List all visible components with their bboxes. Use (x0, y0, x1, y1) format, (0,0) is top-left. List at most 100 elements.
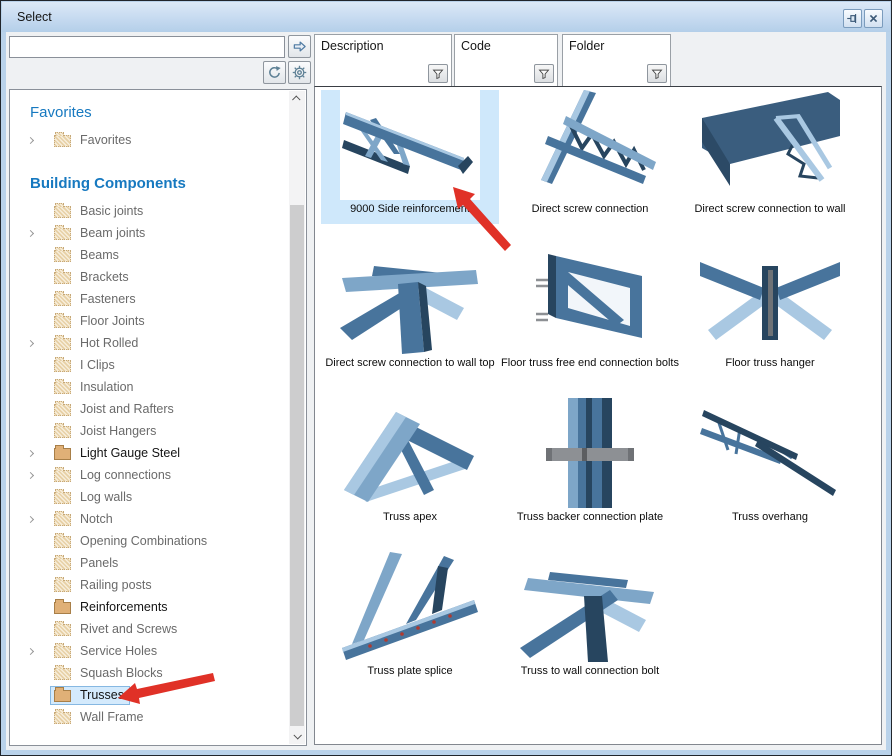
pin-icon (846, 12, 859, 25)
column-label: Code (461, 39, 557, 53)
component-direct-screw-connection-to-wall-top[interactable]: Direct screw connection to wall top (321, 244, 499, 378)
sidebar-item-trusses[interactable]: Trusses (10, 684, 289, 706)
component-label: 9000 Side reinforcement (350, 203, 470, 215)
column-header-folder[interactable]: Folder (562, 34, 671, 87)
settings-button[interactable] (288, 61, 311, 84)
section-header-favorites: Favorites (30, 104, 289, 121)
component-9000-side-reinforcement[interactable]: 9000 Side reinforcement (321, 90, 499, 224)
column-header-description[interactable]: Description (314, 34, 452, 87)
sidebar-item-favorites[interactable]: Favorites (10, 129, 289, 151)
sidebar-item-floor-joints[interactable]: Floor Joints (10, 310, 289, 332)
sidebar-item-label: Panels (80, 556, 118, 570)
component-floor-truss-free-end-connection-bolts[interactable]: Floor truss free end connection bolts (501, 244, 679, 378)
component-label: Truss plate splice (367, 665, 452, 677)
sidebar-item-label: Service Holes (80, 644, 157, 658)
gear-icon (292, 65, 307, 80)
pin-button[interactable] (843, 9, 862, 28)
component-truss-plate-splice[interactable]: Truss plate splice (321, 552, 499, 686)
component-truss-to-wall-connection-bolt[interactable]: Truss to wall connection bolt (501, 552, 679, 686)
component-direct-screw-connection[interactable]: Direct screw connection (501, 90, 679, 224)
sidebar-item-beam-joints[interactable]: Beam joints (10, 222, 289, 244)
sidebar-item-beams[interactable]: Beams (10, 244, 289, 266)
tree-scrollbar[interactable] (289, 91, 305, 744)
chevron-right-icon[interactable] (24, 451, 50, 456)
filter-funnel-icon (651, 68, 663, 80)
component-floor-truss-hanger[interactable]: Floor truss hanger (681, 244, 859, 378)
sidebar-item-squash-blocks[interactable]: Squash Blocks (10, 662, 289, 684)
screw-to-wall-thumbnail-icon (700, 90, 840, 200)
folder-icon (54, 294, 71, 306)
sidebar-item-basic-joints[interactable]: Basic joints (10, 200, 289, 222)
sidebar-item-log-walls[interactable]: Log walls (10, 486, 289, 508)
sidebar-item-panels[interactable]: Panels (10, 552, 289, 574)
component-truss-backer-connection-plate[interactable]: Truss backer connection plate (501, 398, 679, 532)
refresh-button[interactable] (263, 61, 286, 84)
chevron-right-icon[interactable] (24, 138, 50, 143)
truss-hanger-thumbnail-icon (700, 244, 840, 354)
sidebar-item-reinforcements[interactable]: Reinforcements (10, 596, 289, 618)
sidebar-item-label: Favorites (80, 133, 131, 147)
scrollbar-thumb[interactable] (290, 205, 304, 726)
folder-icon (54, 690, 71, 702)
scroll-up-icon[interactable] (289, 91, 305, 107)
sidebar-item-notch[interactable]: Notch (10, 508, 289, 530)
sidebar-item-label: Beam joints (80, 226, 145, 240)
folder-tree-panel: FavoritesFavoritesBuilding ComponentsBas… (9, 89, 307, 746)
component-truss-overhang[interactable]: Truss overhang (681, 398, 859, 532)
sidebar-item-hot-rolled[interactable]: Hot Rolled (10, 332, 289, 354)
chevron-right-icon[interactable] (24, 473, 50, 478)
folder-icon (54, 712, 71, 724)
wall-top-thumbnail-icon (340, 244, 480, 354)
sidebar-item-railing-posts[interactable]: Railing posts (10, 574, 289, 596)
filter-button-code[interactable] (534, 64, 554, 83)
sidebar-item-joist-and-rafters[interactable]: Joist and Rafters (10, 398, 289, 420)
component-label: Direct screw connection (532, 203, 649, 215)
folder-icon (54, 338, 71, 350)
search-go-button[interactable] (288, 35, 311, 58)
refresh-icon (267, 65, 282, 80)
titlebar[interactable]: Select (2, 2, 890, 32)
folder-icon (54, 624, 71, 636)
component-direct-screw-connection-to-wall[interactable]: Direct screw connection to wall (681, 90, 859, 224)
sidebar-item-label: Joist and Rafters (80, 402, 174, 416)
scroll-down-icon[interactable] (289, 728, 305, 744)
sidebar-item-label: Railing posts (80, 578, 152, 592)
filter-funnel-icon (432, 68, 444, 80)
sidebar-item-insulation[interactable]: Insulation (10, 376, 289, 398)
sidebar-item-joist-hangers[interactable]: Joist Hangers (10, 420, 289, 442)
folder-icon (54, 558, 71, 570)
close-button[interactable] (864, 9, 883, 28)
sidebar-item-label: Basic joints (80, 204, 143, 218)
screw-connection-thumbnail-icon (520, 90, 660, 200)
sidebar-item-brackets[interactable]: Brackets (10, 266, 289, 288)
sidebar-item-wall-frame[interactable]: Wall Frame (10, 706, 289, 728)
filter-button-description[interactable] (428, 64, 448, 83)
chevron-right-icon[interactable] (24, 341, 50, 346)
sidebar-item-i-clips[interactable]: I Clips (10, 354, 289, 376)
select-window: Select Description (0, 0, 892, 756)
sidebar-item-log-connections[interactable]: Log connections (10, 464, 289, 486)
chevron-right-icon[interactable] (24, 649, 50, 654)
component-label: Direct screw connection to wall (694, 203, 845, 215)
filter-funnel-icon (538, 68, 550, 80)
sidebar-item-opening-combinations[interactable]: Opening Combinations (10, 530, 289, 552)
sidebar-item-rivet-and-screws[interactable]: Rivet and Screws (10, 618, 289, 640)
sidebar-item-service-holes[interactable]: Service Holes (10, 640, 289, 662)
truss-apex-thumbnail-icon (340, 398, 480, 508)
side-reinforcement-thumbnail-icon (340, 90, 480, 200)
folder-icon (54, 250, 71, 262)
chevron-right-icon[interactable] (24, 231, 50, 236)
filter-button-folder[interactable] (647, 64, 667, 83)
folder-icon (54, 206, 71, 218)
sidebar-item-label: Notch (80, 512, 113, 526)
column-header-code[interactable]: Code (454, 34, 558, 87)
column-label: Folder (569, 39, 670, 53)
search-input[interactable] (9, 36, 285, 58)
sidebar-item-fasteners[interactable]: Fasteners (10, 288, 289, 310)
sidebar-item-label: Log connections (80, 468, 171, 482)
folder-icon (54, 228, 71, 240)
sidebar-item-light-gauge-steel[interactable]: Light Gauge Steel (10, 442, 289, 464)
chevron-right-icon[interactable] (24, 517, 50, 522)
component-truss-apex[interactable]: Truss apex (321, 398, 499, 532)
sidebar-item-label: Rivet and Screws (80, 622, 177, 636)
